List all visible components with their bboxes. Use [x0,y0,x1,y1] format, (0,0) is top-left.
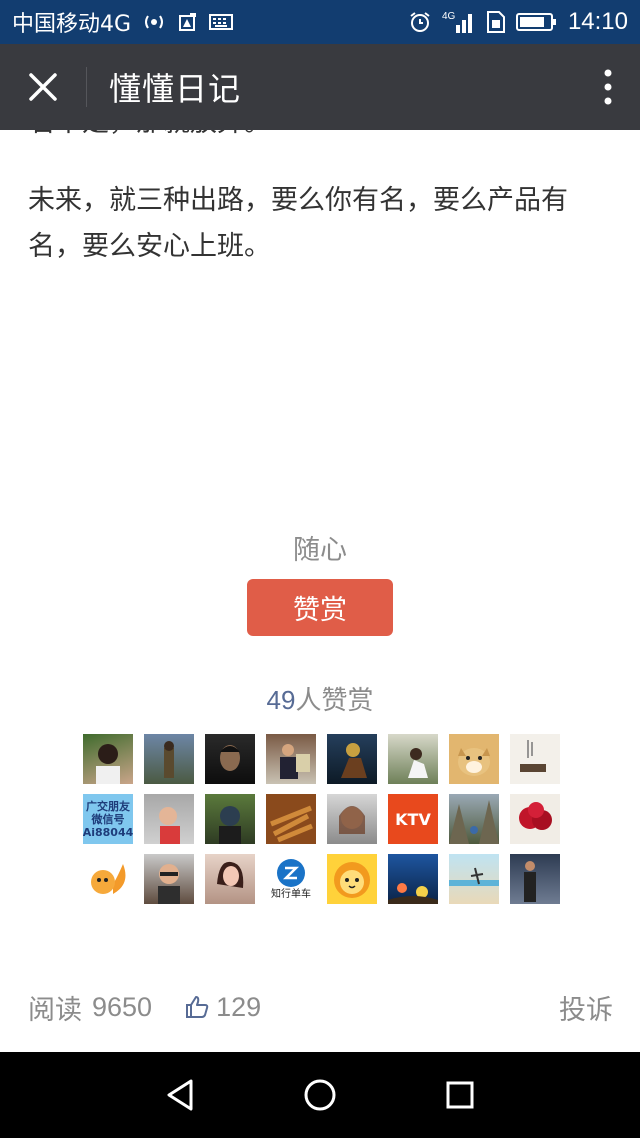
back-icon [167,1079,193,1111]
article-body: 若不是，那就放弃。 未来，就三种出路，要么你有名，要么产品有名，要么安心上班。 [28,130,612,300]
page-title: 懂懂日记 [109,70,242,108]
back-button[interactable] [150,1065,210,1125]
home-icon [304,1079,336,1111]
alarm-icon [408,10,432,34]
reward-count-suffix: 人赞赏 [295,686,374,716]
reward-avatar[interactable] [327,794,377,844]
reward-avatar[interactable] [510,734,560,784]
sim-icon [486,10,506,34]
hotspot-icon [141,12,167,32]
reward-avatar[interactable] [266,794,316,844]
reward-avatar-bike-text: 知行单车 [271,888,311,900]
reward-avatar[interactable]: 知行单车 [266,854,316,904]
read-count: 9650 [92,991,153,1022]
reward-avatar[interactable] [327,854,377,904]
reward-avatar[interactable]: KTV [388,794,438,844]
like-button[interactable]: 129 [184,992,261,1023]
reward-avatar[interactable] [205,734,255,784]
reward-avatar[interactable] [388,734,438,784]
report-link[interactable]: 投诉 [559,988,613,1027]
status-right: 4G 14:10 [408,8,628,36]
reward-avatar[interactable] [83,734,133,784]
reward-avatar-ad-text: 广交朋友 微信号 Ai88044 [83,799,133,839]
recents-button[interactable] [430,1065,490,1125]
reward-count-number: 49 [266,685,296,715]
close-button[interactable] [0,44,86,130]
reward-avatar[interactable] [205,794,255,844]
notification-icon [177,11,199,33]
reward-avatar[interactable]: 广交朋友 微信号 Ai88044 [83,794,133,844]
reward-avatar-ktv-text: KTV [395,809,431,829]
recents-icon [446,1081,474,1109]
reward-avatar[interactable] [510,854,560,904]
reward-avatar[interactable] [327,734,377,784]
reward-avatar[interactable] [510,794,560,844]
network-badge: 4G [442,11,456,22]
more-vertical-icon [604,69,612,105]
reward-avatar[interactable] [388,854,438,904]
reward-avatar[interactable] [449,734,499,784]
system-nav-bar [0,1052,640,1138]
clock: 14:10 [567,8,628,35]
title-divider [86,67,87,107]
reward-avatar[interactable] [144,794,194,844]
battery-icon [515,11,558,33]
reward-avatar[interactable] [144,854,194,904]
close-icon [29,73,57,101]
read-label: 阅读 [28,994,82,1026]
keyboard-icon [209,13,234,31]
signal-icon: 4G [442,9,476,35]
home-button[interactable] [290,1065,350,1125]
reward-avatar[interactable] [449,794,499,844]
title-bar: 懂懂日记 [0,44,640,130]
status-left: 中国移动4G [12,6,234,38]
article-footer: 阅读 9650 129 投诉 [28,984,613,1030]
article-paragraph: 未来，就三种出路，要么你有名，要么产品有名，要么安心上班。 [28,185,568,262]
article-clip: 若不是，那就放弃。 未来，就三种出路，要么你有名，要么产品有名，要么安心上班。 [28,130,612,300]
reward-avatar[interactable] [449,854,499,904]
reward-avatar[interactable] [83,854,133,904]
reward-author: 随心 [293,535,347,566]
reward-avatar[interactable] [144,734,194,784]
thumbs-up-icon [186,996,209,1018]
status-bar: 中国移动4G 4G 14:10 [0,0,640,44]
carrier-label: 中国移动4G [12,12,132,37]
more-button[interactable] [576,44,640,130]
like-count: 129 [216,991,262,1022]
article-paragraph: 若不是，那就放弃。 [28,130,612,146]
reward-avatar[interactable] [205,854,255,904]
reward-avatar[interactable] [266,734,316,784]
reward-button[interactable]: 赞赏 [247,579,393,636]
reward-avatar-grid: 广交朋友 微信号 Ai88044 KTV 知行单车 [83,734,560,904]
reward-count: 49人赞赏 [0,680,640,717]
